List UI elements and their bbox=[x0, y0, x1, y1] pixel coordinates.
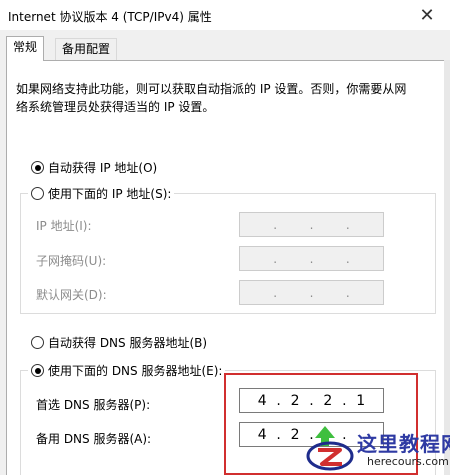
octet-dot: . bbox=[345, 251, 350, 266]
ip-address-label: IP 地址(I): bbox=[36, 219, 92, 233]
dns-manual-radio[interactable] bbox=[31, 364, 44, 377]
title-bar: Internet 协议版本 4 (TCP/IPv4) 属性 ✕ bbox=[0, 0, 450, 30]
octet-dot: . bbox=[345, 285, 350, 300]
close-icon: ✕ bbox=[419, 4, 435, 26]
alternate-dns-label: 备用 DNS 服务器(A): bbox=[36, 432, 152, 446]
panel-edge bbox=[444, 60, 450, 475]
tab-general[interactable]: 常规 bbox=[6, 36, 45, 61]
subnet-mask-input[interactable]: . . . bbox=[239, 246, 384, 271]
ip-auto-label: 自动获得 IP 地址(O) bbox=[48, 161, 158, 175]
octet-dot: . bbox=[309, 217, 314, 232]
dns-manual-label: 使用下面的 DNS 服务器地址(E): bbox=[48, 364, 223, 378]
dns-manual-option[interactable]: 使用下面的 DNS 服务器地址(E): bbox=[28, 362, 226, 379]
description-line: 络系统管理员处获得适当的 IP 设置。 bbox=[16, 100, 215, 114]
octet-dot: . bbox=[273, 217, 278, 232]
ip-manual-radio[interactable] bbox=[31, 187, 44, 200]
watermark-name: 这里教程网 bbox=[357, 432, 450, 456]
dns-auto-radio[interactable] bbox=[31, 336, 44, 349]
window-title: Internet 协议版本 4 (TCP/IPv4) 属性 bbox=[8, 10, 212, 24]
ip-auto-option[interactable]: 自动获得 IP 地址(O) bbox=[31, 159, 157, 176]
octet-dot: . bbox=[273, 251, 278, 266]
site-watermark: 这里教程网 herecours.com bbox=[305, 422, 450, 475]
tab-alternate-config[interactable]: 备用配置 bbox=[55, 38, 118, 60]
preferred-dns-label: 首选 DNS 服务器(P): bbox=[36, 398, 151, 412]
dns-auto-option[interactable]: 自动获得 DNS 服务器地址(B) bbox=[31, 334, 207, 351]
ip-manual-label: 使用下面的 IP 地址(S): bbox=[48, 187, 172, 201]
ip-address-input[interactable]: . . . bbox=[239, 212, 384, 237]
default-gateway-label: 默认网关(D): bbox=[36, 288, 107, 302]
ip-auto-radio[interactable] bbox=[31, 161, 44, 174]
description-text: 如果网络支持此功能，则可以获取自动指派的 IP 设置。否则，你需要从网 络系统管… bbox=[16, 80, 416, 116]
ip-manual-option[interactable]: 使用下面的 IP 地址(S): bbox=[28, 185, 175, 202]
description-line: 如果网络支持此功能，则可以获取自动指派的 IP 设置。否则，你需要从网 bbox=[16, 82, 407, 96]
close-button[interactable]: ✕ bbox=[404, 0, 450, 30]
default-gateway-input[interactable]: . . . bbox=[239, 280, 384, 305]
watermark-url: herecours.com bbox=[367, 455, 449, 468]
octet-dot: . bbox=[345, 217, 350, 232]
octet-dot: . bbox=[273, 285, 278, 300]
site-logo-icon bbox=[306, 426, 354, 471]
subnet-mask-label: 子网掩码(U): bbox=[36, 254, 107, 268]
octet-dot: . bbox=[309, 285, 314, 300]
octet-dot: . bbox=[309, 251, 314, 266]
dns-auto-label: 自动获得 DNS 服务器地址(B) bbox=[48, 336, 208, 350]
